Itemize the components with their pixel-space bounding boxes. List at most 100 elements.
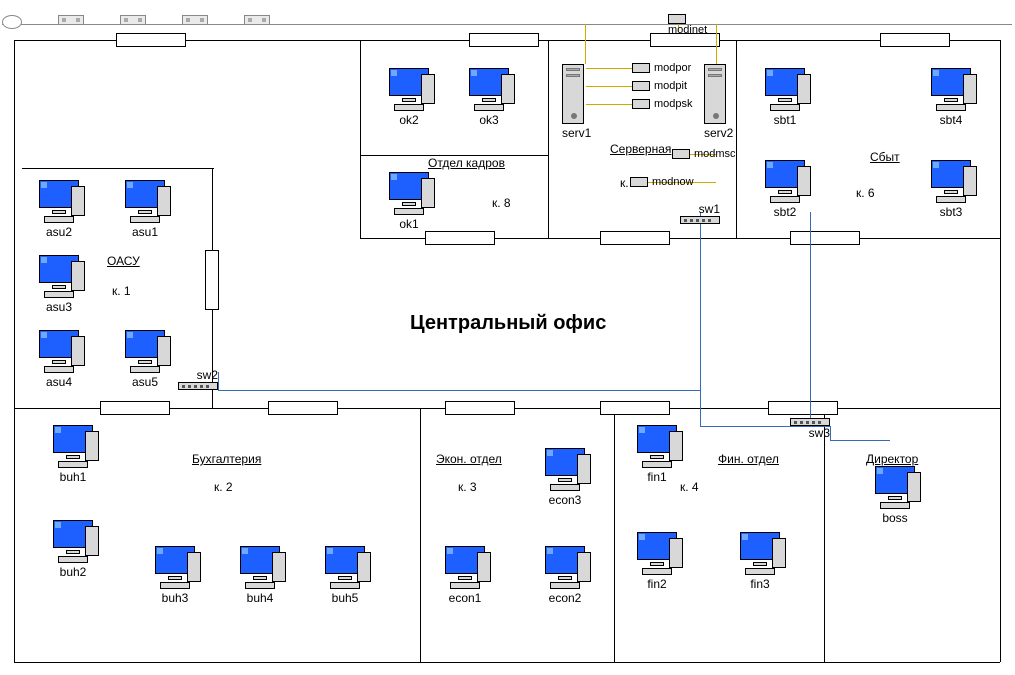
pc-label: sbt1 — [760, 113, 810, 127]
wall-slab — [768, 401, 838, 415]
mdm-label: modpor — [654, 62, 691, 74]
mdm-label: modpsk — [654, 98, 693, 110]
pc-label: sbt4 — [926, 113, 976, 127]
pc-label: buh3 — [150, 591, 200, 605]
pc-label: buh1 — [48, 470, 98, 484]
pc-asu5: asu5 — [120, 330, 170, 389]
pc-econ2: econ2 — [540, 546, 590, 605]
sw-label: sw1 — [680, 202, 720, 216]
pc-label: ok1 — [384, 217, 434, 231]
pc-label: boss — [870, 511, 920, 525]
modem-modinet: modinet — [668, 14, 707, 36]
yellow-wire — [586, 68, 632, 69]
wall-segment — [14, 662, 1000, 663]
wall-slab — [425, 231, 495, 245]
wall-slab — [880, 33, 950, 47]
switch-sw2: sw2 — [178, 368, 218, 390]
mdm-label: modmsc — [694, 148, 736, 160]
pc-fin3: fin3 — [735, 532, 785, 591]
pc-fin2: fin2 — [632, 532, 682, 591]
wall-segment — [14, 40, 15, 662]
server-serv1: serv1 — [562, 64, 591, 140]
pc-label: asu5 — [120, 375, 170, 389]
pc-asu4: asu4 — [34, 330, 84, 389]
pc-label: sbt2 — [760, 205, 810, 219]
wall-segment — [22, 168, 214, 169]
pc-label: buh4 — [235, 591, 285, 605]
pc-label: econ3 — [540, 493, 590, 507]
wall-segment — [1000, 40, 1001, 662]
room-title-fin: Фин. отдел — [718, 452, 779, 466]
room-title-dir: Директор — [866, 452, 918, 466]
modem-modnow: modnow — [630, 176, 694, 188]
pc-label: asu1 — [120, 225, 170, 239]
pc-asu3: asu3 — [34, 255, 84, 314]
pc-label: asu4 — [34, 375, 84, 389]
pc-buh4: buh4 — [235, 546, 285, 605]
top-tiny-3 — [182, 15, 208, 25]
switch-sw3: sw3 — [790, 418, 830, 440]
srv-label: serv1 — [562, 126, 591, 140]
room-num-kadry: к. 8 — [492, 196, 511, 210]
cable — [830, 426, 831, 440]
room-title-sbyt: Сбыт — [870, 150, 900, 164]
wall-segment — [824, 408, 825, 662]
pc-label: buh5 — [320, 591, 370, 605]
pc-sbt3: sbt3 — [926, 160, 976, 219]
wall-slab — [790, 231, 860, 245]
pc-boss: boss — [870, 466, 920, 525]
wall-slab — [600, 231, 670, 245]
room-num-sbyt: к. 6 — [856, 186, 875, 200]
yellow-wire — [585, 24, 586, 64]
pc-label: ok2 — [384, 113, 434, 127]
wall-slab — [100, 401, 170, 415]
wall-segment — [420, 408, 421, 662]
pc-sbt2: sbt2 — [760, 160, 810, 219]
pc-label: asu2 — [34, 225, 84, 239]
wall-segment — [736, 40, 737, 238]
pc-ok3: ok3 — [464, 68, 514, 127]
modem-modpit: modpit — [632, 80, 687, 92]
pc-sbt4: sbt4 — [926, 68, 976, 127]
wall-segment — [360, 40, 361, 238]
wall-slab — [445, 401, 515, 415]
pc-label: econ1 — [440, 591, 490, 605]
pc-label: buh2 — [48, 565, 98, 579]
mdm-label: modinet — [668, 24, 707, 36]
pc-sbt1: sbt1 — [760, 68, 810, 127]
room-title-buh: Бухгалтерия — [192, 452, 261, 466]
wall-slab — [205, 250, 219, 310]
srv-label: serv2 — [704, 126, 733, 140]
wall-slab — [116, 33, 186, 47]
cable — [218, 372, 219, 390]
sw-label: sw2 — [178, 368, 218, 382]
pc-asu2: asu2 — [34, 180, 84, 239]
pc-buh1: buh1 — [48, 425, 98, 484]
wall-segment — [614, 408, 615, 662]
pc-fin1: fin1 — [632, 425, 682, 484]
wall-segment — [548, 40, 549, 238]
room-num-buh: к. 2 — [214, 480, 233, 494]
pc-ok1: ok1 — [384, 172, 434, 231]
main-title: Центральный офис — [410, 312, 606, 335]
room-num-oasu: к. 1 — [112, 284, 131, 298]
pc-asu1: asu1 — [120, 180, 170, 239]
diagram-stage: Центральный офис ОАСУ к. 1 Отдел кадров … — [0, 0, 1015, 675]
cable — [218, 390, 700, 391]
modem-modpor: modpor — [632, 62, 691, 74]
modem-modmsc: modmsc — [672, 148, 736, 160]
above-top-line — [2, 24, 1012, 25]
mdm-label: modnow — [652, 176, 694, 188]
cable — [830, 440, 890, 441]
pc-label: asu3 — [34, 300, 84, 314]
wall-slab — [469, 33, 539, 47]
pc-label: fin1 — [632, 470, 682, 484]
cable — [700, 212, 701, 426]
top-tiny-4 — [244, 15, 270, 25]
pc-buh3: buh3 — [150, 546, 200, 605]
cable — [810, 212, 811, 426]
top-tiny-2 — [120, 15, 146, 25]
yellow-wire — [586, 86, 632, 87]
pc-econ3: econ3 — [540, 448, 590, 507]
top-tiny-1 — [58, 15, 84, 25]
